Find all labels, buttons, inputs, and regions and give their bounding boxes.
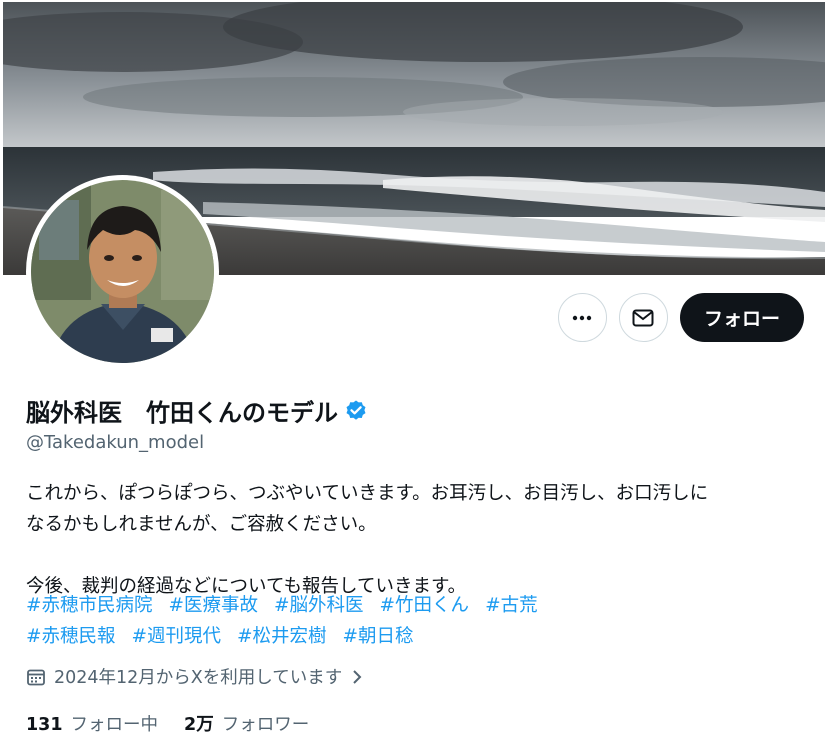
followers-link[interactable]: 2万 フォロワー — [184, 711, 309, 736]
following-link[interactable]: 131 フォロー中 — [26, 711, 158, 736]
hashtag-link[interactable]: #赤穂民報 — [26, 626, 116, 647]
hashtag-link[interactable]: #竹田くん — [380, 595, 470, 616]
join-date[interactable]: 2024年12月からXを利用しています — [26, 664, 364, 689]
following-count: 131 — [26, 715, 63, 735]
bio-line: これから、ぽつらぽつら、つぶやいていきます。お耳汚し、お目汚し、お口汚しに — [26, 483, 709, 504]
followers-count: 2万 — [184, 715, 214, 735]
following-label: フォロー中 — [70, 715, 159, 735]
follow-stats: 131 フォロー中 2万 フォロワー — [26, 711, 309, 736]
profile-actions: フォロー — [557, 293, 804, 342]
profile-bio: これから、ぽつらぽつら、つぶやいていきます。お耳汚し、お目汚し、お口汚しに なる… — [26, 478, 806, 602]
hashtag-link[interactable]: #週刊現代 — [132, 626, 222, 647]
verified-badge-icon[interactable] — [344, 399, 368, 423]
hashtag-link[interactable]: #医療事故 — [169, 595, 259, 616]
message-button[interactable] — [618, 293, 668, 342]
more-button[interactable] — [557, 293, 607, 342]
hashtag-link[interactable]: #古荒 — [485, 595, 538, 616]
display-name-row: 脳外科医 竹田くんのモデル — [26, 393, 368, 428]
hashtag-link[interactable]: #赤穂市民病院 — [26, 595, 153, 616]
join-date-text: 2024年12月からXを利用しています — [54, 668, 343, 688]
bio-hashtags: #赤穂市民病院 #医療事故 #脳外科医 #竹田くん #古荒 #赤穂民報 #週刊現代 #松井宏… — [26, 590, 554, 652]
bio-line: なるかもしれませんが、ご容赦ください。 — [26, 514, 377, 535]
username-handle: @Takedakun_model — [26, 432, 205, 453]
avatar-image — [31, 180, 214, 363]
hashtag-link[interactable]: #松井宏樹 — [237, 626, 327, 647]
followers-label: フォロワー — [221, 715, 310, 735]
chevron-right-icon — [353, 669, 362, 684]
more-horizontal-icon — [573, 315, 592, 320]
hashtag-link[interactable]: #脳外科医 — [274, 595, 364, 616]
profile-avatar[interactable] — [26, 175, 219, 368]
mail-icon — [632, 309, 654, 326]
display-name: 脳外科医 竹田くんのモデル — [26, 399, 338, 427]
follow-button[interactable]: フォロー — [679, 293, 804, 342]
hashtag-link[interactable]: #朝日稔 — [343, 626, 414, 647]
calendar-icon — [27, 669, 45, 685]
